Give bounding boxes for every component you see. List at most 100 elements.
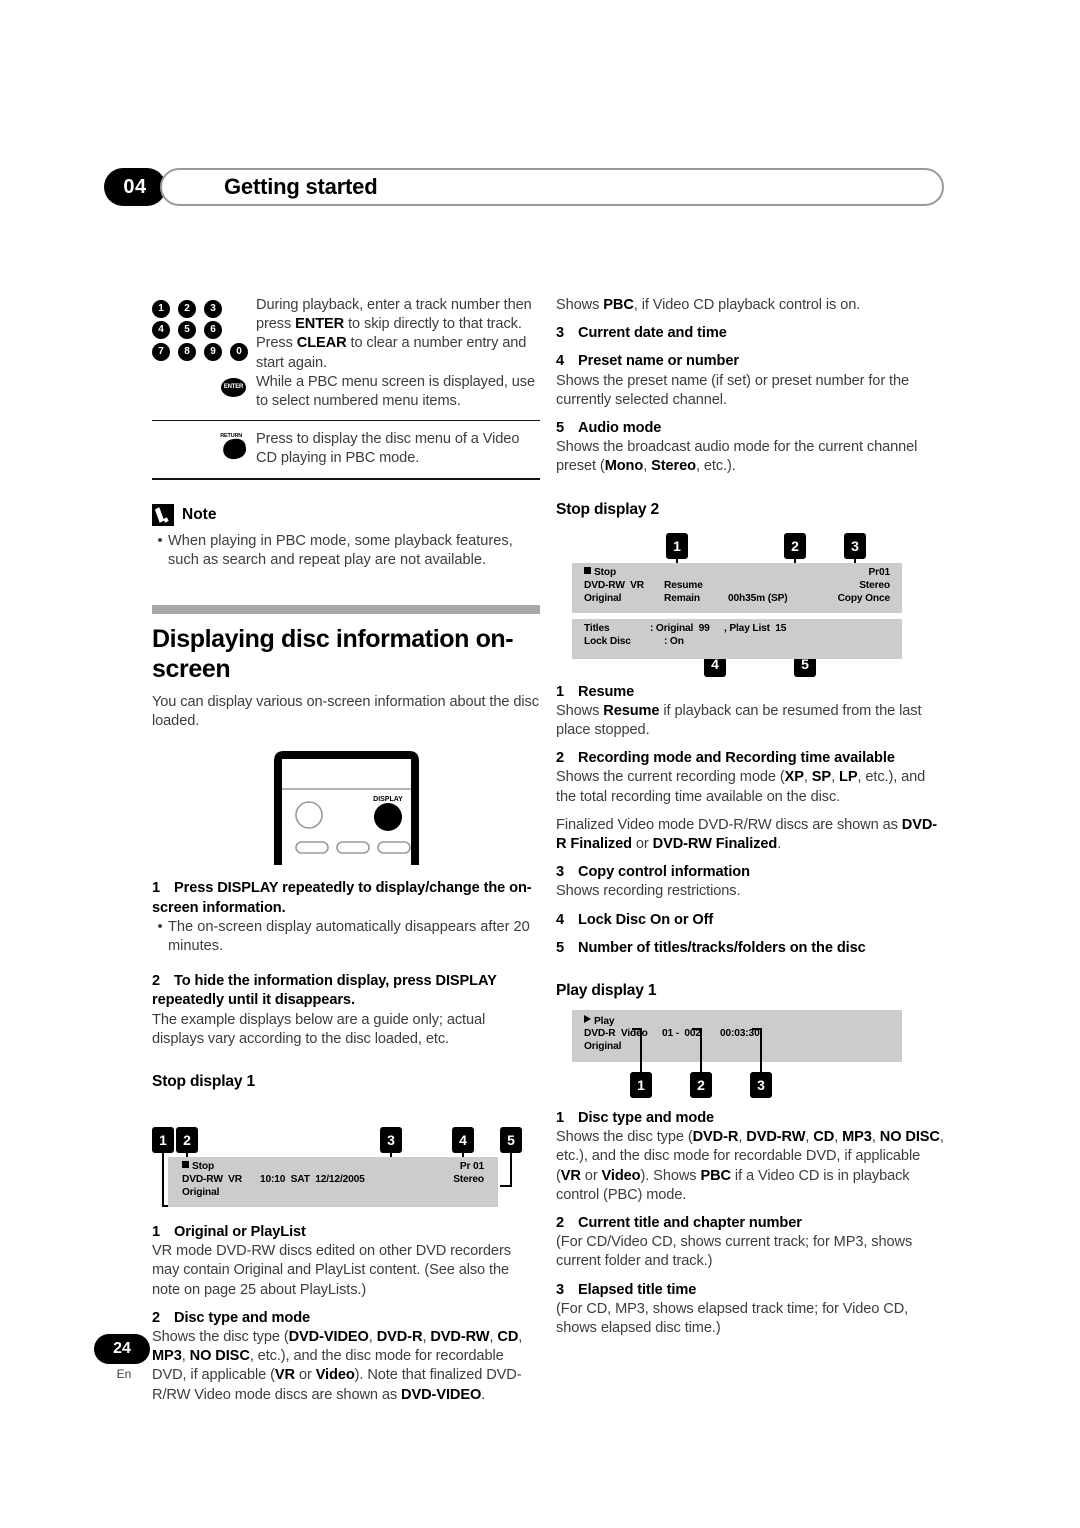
stop-display-2-heading: Stop display 2 (556, 500, 659, 518)
numpad-desc-text-2: to skip directly to that track. (344, 316, 522, 333)
item-2-body: Shows the disc type (DVD-VIDEO, DVD-R, D… (152, 1329, 523, 1403)
enter-button-icon[interactable]: ENTER (221, 377, 246, 397)
leader-line-1-vertical (640, 1028, 642, 1075)
stop2-item-4-text: Lock Disc On or Off (578, 911, 714, 928)
callout-1: 1 (666, 532, 688, 559)
page-title: Getting started (224, 174, 378, 199)
number-key-7[interactable]: 7 (152, 342, 170, 361)
osd-preset: Pr01 (868, 566, 891, 578)
clear-desc-text-1: Press (256, 335, 297, 352)
stop2-item-3-body: Shows recording restrictions. (556, 883, 741, 900)
left-column: 1 2 3 4 5 6 7 8 9 0 During playback, ent… (152, 296, 540, 1405)
item-1-number: 1 (152, 1224, 161, 1241)
stop1-item-4-text: Preset name or number (578, 353, 739, 370)
leader-line-5-horizontal (500, 1185, 510, 1187)
page-header: 04 Getting started (104, 168, 944, 208)
leader-line-2-vertical (700, 1028, 702, 1075)
stop2-item-1-body: Shows Resume if playback can be resumed … (556, 702, 922, 739)
play1-item-3-number: 3 (556, 1281, 565, 1298)
osd-remain-label: Remain (664, 592, 700, 604)
section-divider-bar (152, 605, 540, 615)
osd-playlist-value: , Play List 15 (724, 622, 787, 634)
play-display-1-figure: Play DVD-R Video Original 01 - 002 00:03… (556, 1004, 944, 1109)
number-key-3[interactable]: 3 (204, 299, 222, 318)
stop2-item-3-text: Copy control information (578, 864, 750, 881)
number-key-0[interactable]: 0 (230, 342, 248, 361)
stop2-item-1-title: 1 Resume (556, 683, 944, 702)
return-key-row: RETURN Press to display the disc menu of… (152, 430, 540, 468)
stop2-item-4-number: 4 (556, 911, 565, 928)
leader-line-1-vertical (162, 1153, 164, 1208)
remote-key-table: 1 2 3 4 5 6 7 8 9 0 During playback, ent… (152, 296, 540, 480)
number-key-5[interactable]: 5 (178, 321, 196, 340)
item-1-text: Original or PlayList (174, 1224, 306, 1241)
stop-square-icon (182, 1161, 189, 1169)
play1-item-2-title: 2 Current title and chapter number (556, 1214, 944, 1233)
clear-keyword: CLEAR (296, 335, 347, 352)
pbc-note-text: Shows PBC, if Video CD playback control … (556, 297, 861, 313)
osd-disc-type: DVD-RW VR (584, 579, 645, 591)
callout-3: 3 (844, 532, 866, 559)
play1-item-1-text: Disc type and mode (578, 1110, 715, 1127)
return-button-icon[interactable] (221, 437, 248, 462)
step-2-title: 2 To hide the information display, press … (152, 972, 540, 1010)
osd-lock-disc-label: Lock Disc (584, 635, 631, 647)
number-key-9[interactable]: 9 (204, 342, 222, 361)
step-2-number: 2 (152, 973, 161, 990)
stop1-item-3-text: Current date and time (578, 325, 727, 342)
item-1-title: 1 Original or PlayList (152, 1223, 540, 1242)
leader-line-3-vertical (760, 1028, 762, 1075)
osd-titles-value: : Original 99 (650, 622, 710, 634)
stop-display-1-figure: 1 2 3 4 5 Stop DVD-RW VR Original 10:10 … (152, 1095, 540, 1223)
osd-copy-control: Copy Once (837, 592, 891, 604)
display-button-label: DISPLAY (373, 796, 403, 803)
stop1-item-4-body: Shows the preset name (if set) or preset… (556, 372, 910, 408)
step-2-text: To hide the information display, press D… (152, 973, 497, 1009)
return-description: Press to display the disc menu of a Vide… (256, 431, 520, 467)
item-2-text: Disc type and mode (174, 1309, 311, 1326)
callout-1: 1 (630, 1072, 652, 1099)
osd-preset: Pr 01 (459, 1161, 484, 1173)
osd-remain-value: 00h35m (SP) (728, 592, 788, 604)
stop2-item-1-number: 1 (556, 683, 565, 700)
stop2-item-2-number: 2 (556, 750, 565, 767)
number-key-8[interactable]: 8 (178, 342, 196, 361)
enter-key-illustration: ENTER (152, 373, 256, 411)
step-2-body: The example displays below are a guide o… (152, 1011, 486, 1047)
stop1-item-3-title: 3 Current date and time (556, 324, 944, 343)
note-block: Note • When playing in PBC mode, some pl… (152, 503, 540, 570)
callout-3: 3 (380, 1127, 402, 1154)
play-display-1-heading: Play display 1 (556, 982, 657, 1000)
play1-item-2-body: (For CD/Video CD, shows current track; f… (556, 1234, 913, 1270)
play-triangle-icon (584, 1015, 591, 1024)
number-key-4[interactable]: 4 (152, 321, 170, 340)
osd-datetime: 10:10 SAT 12/12/2005 (260, 1174, 365, 1186)
stop1-item-5-number: 5 (556, 420, 565, 437)
step-1-bullet: • The on-screen display automatically di… (152, 918, 540, 956)
osd-resume: Resume (664, 579, 703, 591)
stop2-item-2-body: Shows the current recording mode (XP, SP… (556, 769, 926, 805)
stop-display-2-figure: 1 2 3 4 5 Stop DVD-RW VR Original Resume… (556, 523, 944, 683)
play1-item-2-text: Current title and chapter number (578, 1215, 802, 1232)
stop1-item-5-title: 5 Audio mode (556, 419, 944, 438)
callout-2: 2 (784, 532, 806, 559)
return-key-illustration: RETURN (152, 430, 256, 468)
number-key-6[interactable]: 6 (204, 321, 222, 340)
number-key-2[interactable]: 2 (178, 299, 196, 318)
stop1-item-5-body: Shows the broadcast audio mode for the c… (556, 439, 918, 475)
play1-item-1-title: 1 Disc type and mode (556, 1109, 944, 1128)
number-key-1[interactable]: 1 (152, 299, 170, 318)
osd-titles-label: Titles (584, 622, 610, 634)
pencil-note-icon (152, 503, 174, 526)
play1-item-1-body: Shows the disc type (DVD-R, DVD-RW, CD, … (556, 1129, 944, 1203)
numpad-illustration: 1 2 3 4 5 6 7 8 9 0 (152, 296, 256, 373)
stop-display-1-heading: Stop display 1 (152, 1073, 255, 1091)
enter-description: While a PBC menu screen is displayed, us… (256, 373, 535, 410)
play1-item-3-text: Elapsed title time (578, 1281, 697, 1298)
osd-audio-mode: Stereo (859, 579, 890, 591)
osd-screen-panel-top: Stop DVD-RW VR Original Resume Remain 00… (572, 562, 902, 613)
osd-lock-disc-value: : On (664, 635, 684, 647)
stop2-item-2-text: Recording mode and Recording time availa… (578, 750, 895, 767)
play1-item-3-title: 3 Elapsed title time (556, 1281, 944, 1300)
step-1-text: Press DISPLAY repeatedly to display/chan… (152, 880, 532, 916)
